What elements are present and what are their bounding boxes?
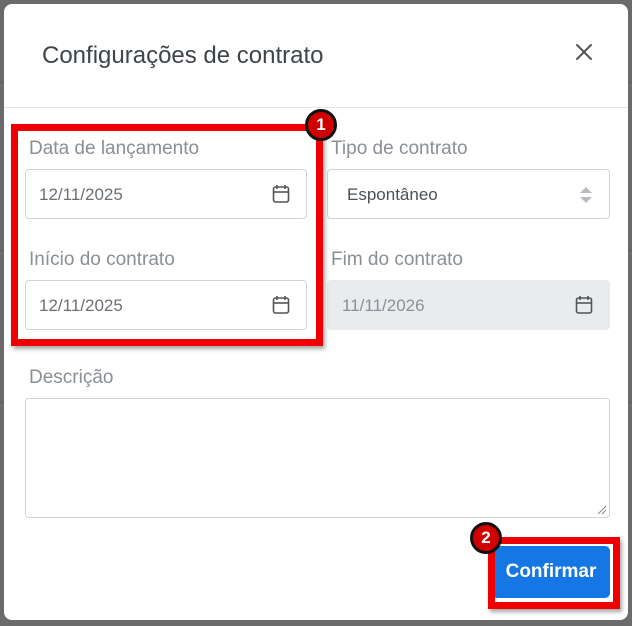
sort-arrows-icon (580, 187, 592, 203)
highlight-box-dates (11, 124, 323, 346)
contract-type-value: Espontâneo (347, 185, 438, 204)
contract-type-select[interactable]: Espontâneo (327, 169, 610, 219)
description-textarea[interactable] (25, 398, 610, 518)
contract-type-label: Tipo de contrato (331, 138, 468, 159)
description-label: Descrição (29, 367, 114, 388)
modal-header: Configurações de contrato (4, 4, 628, 108)
end-date-value: 11/11/2026 (342, 296, 425, 315)
calendar-icon (575, 296, 593, 314)
end-date-input: 11/11/2026 (327, 280, 610, 330)
modal-title: Configurações de contrato (42, 42, 324, 69)
close-button[interactable] (570, 38, 598, 66)
highlight-box-confirm (488, 537, 620, 609)
step-badge-1: 1 (305, 109, 337, 141)
step-badge-2: 2 (470, 522, 502, 554)
end-date-label: Fim do contrato (331, 249, 463, 270)
close-icon (576, 44, 592, 60)
resize-grip-icon[interactable] (597, 505, 607, 515)
